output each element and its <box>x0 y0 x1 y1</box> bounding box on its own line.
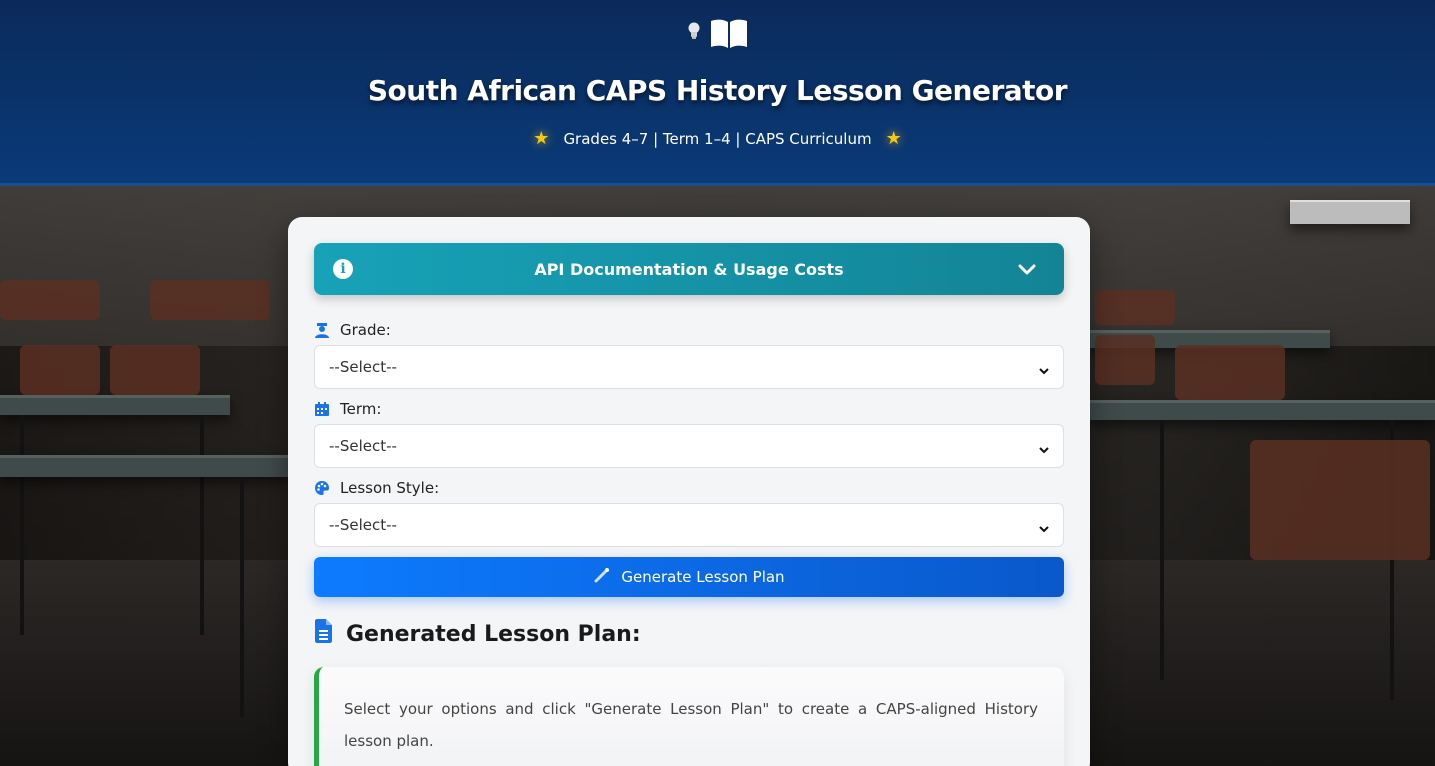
term-select[interactable]: --Select-- <box>314 424 1064 468</box>
page-title: South African CAPS History Lesson Genera… <box>367 74 1068 107</box>
lesson-generator-card: i API Documentation & Usage Costs Grade:… <box>288 217 1090 766</box>
grade-select[interactable]: --Select-- <box>314 345 1064 389</box>
lesson-plan-placeholder: Select your options and click "Generate … <box>344 700 1038 750</box>
generate-button-label: Generate Lesson Plan <box>621 568 785 586</box>
lesson-style-label-text: Lesson Style: <box>340 479 440 497</box>
page-header: South African CAPS History Lesson Genera… <box>0 0 1435 186</box>
star-icon: ★ <box>885 128 902 149</box>
lesson-style-label: Lesson Style: <box>314 477 439 499</box>
term-label-text: Term: <box>340 400 382 418</box>
grade-label: Grade: <box>314 319 391 341</box>
chevron-down-icon <box>1018 261 1036 280</box>
graduate-icon <box>314 322 330 338</box>
book-icon <box>709 18 749 50</box>
api-docs-title: API Documentation & Usage Costs <box>534 259 844 279</box>
grade-label-text: Grade: <box>340 321 391 339</box>
result-heading-text: Generated Lesson Plan: <box>346 621 641 647</box>
result-heading: Generated Lesson Plan: <box>314 619 641 649</box>
grade-select-value: --Select-- <box>329 358 397 376</box>
star-icon: ★ <box>533 128 550 149</box>
chevron-down-icon <box>1039 520 1049 533</box>
document-icon <box>314 619 332 649</box>
lightbulb-icon <box>687 22 701 40</box>
chevron-down-icon <box>1039 362 1049 375</box>
chevron-down-icon <box>1039 441 1049 454</box>
lesson-style-select-value: --Select-- <box>329 516 397 534</box>
api-docs-toggle[interactable]: i API Documentation & Usage Costs <box>314 243 1064 295</box>
term-select-value: --Select-- <box>329 437 397 455</box>
palette-icon <box>314 480 330 496</box>
subtitle-text: Grades 4–7 | Term 1–4 | CAPS Curriculum <box>563 129 872 148</box>
generate-lesson-plan-button[interactable]: Generate Lesson Plan <box>314 557 1064 597</box>
page-subtitle: ★ Grades 4–7 | Term 1–4 | CAPS Curriculu… <box>0 128 1435 149</box>
term-label: Term: <box>314 398 381 420</box>
magic-wand-icon <box>593 566 611 588</box>
lesson-style-select[interactable]: --Select-- <box>314 503 1064 547</box>
info-icon: i <box>333 259 353 279</box>
calendar-icon <box>314 401 330 417</box>
lesson-plan-output: Select your options and click "Generate … <box>314 667 1064 766</box>
